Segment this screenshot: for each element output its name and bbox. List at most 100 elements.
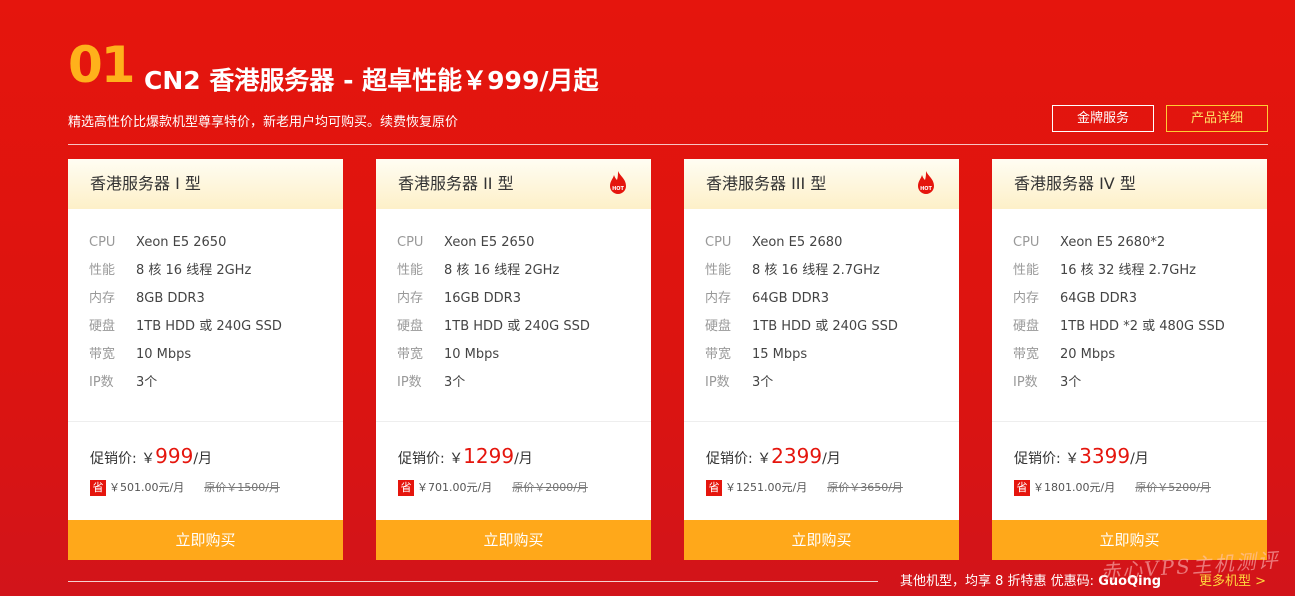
hot-flame-icon: HOT xyxy=(610,171,626,194)
spec-label: 内存 xyxy=(397,291,424,306)
spec-label: IP数 xyxy=(1013,375,1038,390)
spec-value: 16GB DDR3 xyxy=(444,291,521,306)
original-price: 原价￥3650/月 xyxy=(827,481,903,494)
card-header: 香港服务器 II 型 HOT xyxy=(376,159,651,209)
spec-value: 16 核 32 线程 2.7GHz xyxy=(1060,263,1196,278)
card-title: 香港服务器 II 型 xyxy=(398,174,514,193)
spec-row-disk: 硬盘 1TB HDD 或 240G SSD xyxy=(705,313,959,341)
save-badge: 省 xyxy=(398,480,414,496)
promo-price: 促销价: ￥3399/月 xyxy=(1014,441,1149,474)
spec-list: CPU Xeon E5 2650 性能 8 核 16 线程 2GHz 内存 16… xyxy=(376,209,651,397)
spec-label: 性能 xyxy=(89,263,116,278)
savings-line: 省 ￥1251.00元/月 原价￥3650/月 xyxy=(706,480,903,496)
card-title: 香港服务器 III 型 xyxy=(706,174,827,193)
card-header: 香港服务器 IV 型 xyxy=(992,159,1267,209)
header-divider xyxy=(68,144,1268,145)
spec-value: 8 核 16 线程 2GHz xyxy=(136,263,252,278)
price-unit: /月 xyxy=(193,451,213,467)
spec-row-disk: 硬盘 1TB HDD 或 240G SSD xyxy=(397,313,651,341)
price-label: 促销价: ￥ xyxy=(90,451,156,467)
savings-line: 省 ￥701.00元/月 原价￥2000/月 xyxy=(398,480,588,496)
spec-row-ip: IP数 3个 xyxy=(89,369,343,397)
spec-row-disk: 硬盘 1TB HDD *2 或 480G SSD xyxy=(1013,313,1267,341)
spec-row-ip: IP数 3个 xyxy=(1013,369,1267,397)
spec-row-perf: 性能 8 核 16 线程 2GHz xyxy=(89,257,343,285)
save-amount: ￥1251.00元/月 xyxy=(725,481,808,494)
price-unit: /月 xyxy=(514,451,533,467)
spec-value: 20 Mbps xyxy=(1060,347,1116,362)
page-title: CN2 香港服务器 - 超卓性能￥999/月起 xyxy=(144,66,599,95)
original-price: 原价￥2000/月 xyxy=(512,481,588,494)
spec-row-cpu: CPU Xeon E5 2650 xyxy=(397,229,651,257)
spec-row-ip: IP数 3个 xyxy=(705,369,959,397)
gold-service-button[interactable]: 金牌服务 xyxy=(1052,105,1154,132)
spec-label: 硬盘 xyxy=(705,319,732,334)
spec-row-mem: 内存 16GB DDR3 xyxy=(397,285,651,313)
spec-row-cpu: CPU Xeon E5 2680 xyxy=(705,229,959,257)
price-label: 促销价: ￥ xyxy=(706,451,772,467)
card-title: 香港服务器 IV 型 xyxy=(1014,174,1136,193)
spec-value: 8 核 16 线程 2.7GHz xyxy=(752,263,880,278)
price-unit: /月 xyxy=(822,451,841,467)
spec-label: 性能 xyxy=(1013,263,1040,278)
card-divider xyxy=(376,421,651,422)
hot-label: HOT xyxy=(612,186,624,192)
save-badge: 省 xyxy=(706,480,722,496)
price-unit: /月 xyxy=(1130,451,1149,467)
buy-now-button[interactable]: 立即购买 xyxy=(684,520,959,560)
spec-label: 内存 xyxy=(89,291,116,306)
spec-value: 3个 xyxy=(444,375,466,390)
spec-label: 带宽 xyxy=(1013,347,1040,362)
savings-line: 省 ￥1801.00元/月 原价￥5200/月 xyxy=(1014,480,1211,496)
original-price: 原价￥1500/月 xyxy=(204,481,280,494)
card-title: 香港服务器 I 型 xyxy=(90,174,201,193)
spec-label: CPU xyxy=(89,235,116,250)
spec-label: CPU xyxy=(1013,235,1040,250)
spec-label: IP数 xyxy=(705,375,730,390)
section-number: 01 xyxy=(68,36,136,94)
product-detail-button[interactable]: 产品详细 xyxy=(1166,105,1268,132)
card-divider xyxy=(684,421,959,422)
savings-line: 省 ￥501.00元/月 原价￥1500/月 xyxy=(90,480,280,496)
spec-value: Xeon E5 2680*2 xyxy=(1060,235,1166,250)
server-card: 香港服务器 III 型 HOT CPU Xeon E5 2680 性能 8 核 … xyxy=(684,159,959,560)
spec-value: Xeon E5 2650 xyxy=(444,235,535,250)
spec-list: CPU Xeon E5 2680*2 性能 16 核 32 线程 2.7GHz … xyxy=(992,209,1267,397)
price-amount: 3399 xyxy=(1079,444,1131,468)
server-card: 香港服务器 IV 型 CPU Xeon E5 2680*2 性能 16 核 32… xyxy=(992,159,1267,560)
save-amount: ￥701.00元/月 xyxy=(417,481,493,494)
spec-value: 8 核 16 线程 2GHz xyxy=(444,263,560,278)
spec-row-perf: 性能 8 核 16 线程 2GHz xyxy=(397,257,651,285)
spec-row-bw: 带宽 15 Mbps xyxy=(705,341,959,369)
spec-label: 性能 xyxy=(397,263,424,278)
spec-label: 硬盘 xyxy=(397,319,424,334)
buy-now-button[interactable]: 立即购买 xyxy=(68,520,343,560)
save-amount: ￥501.00元/月 xyxy=(109,481,185,494)
spec-row-ip: IP数 3个 xyxy=(397,369,651,397)
card-header: 香港服务器 III 型 HOT xyxy=(684,159,959,209)
spec-label: 带宽 xyxy=(89,347,116,362)
spec-value: 1TB HDD *2 或 480G SSD xyxy=(1060,319,1225,334)
spec-row-bw: 带宽 10 Mbps xyxy=(89,341,343,369)
spec-value: 10 Mbps xyxy=(136,347,192,362)
server-card: 香港服务器 I 型 CPU Xeon E5 2650 性能 8 核 16 线程 … xyxy=(68,159,343,560)
spec-value: 64GB DDR3 xyxy=(752,291,829,306)
spec-row-disk: 硬盘 1TB HDD 或 240G SSD xyxy=(89,313,343,341)
spec-label: 硬盘 xyxy=(89,319,116,334)
spec-value: 1TB HDD 或 240G SSD xyxy=(444,319,590,334)
spec-value: 3个 xyxy=(1060,375,1082,390)
spec-value: Xeon E5 2650 xyxy=(136,235,227,250)
spec-row-bw: 带宽 10 Mbps xyxy=(397,341,651,369)
spec-value: 8GB DDR3 xyxy=(136,291,205,306)
spec-row-perf: 性能 8 核 16 线程 2.7GHz xyxy=(705,257,959,285)
buy-now-button[interactable]: 立即购买 xyxy=(376,520,651,560)
price-label: 促销价: ￥ xyxy=(1014,451,1080,467)
footer-divider xyxy=(68,581,878,582)
spec-value: 10 Mbps xyxy=(444,347,500,362)
spec-row-cpu: CPU Xeon E5 2650 xyxy=(89,229,343,257)
spec-list: CPU Xeon E5 2650 性能 8 核 16 线程 2GHz 内存 8G… xyxy=(68,209,343,397)
card-header: 香港服务器 I 型 xyxy=(68,159,343,209)
spec-value: 3个 xyxy=(136,375,158,390)
promo-price: 促销价: ￥999/月 xyxy=(90,441,212,474)
spec-row-mem: 内存 8GB DDR3 xyxy=(89,285,343,313)
